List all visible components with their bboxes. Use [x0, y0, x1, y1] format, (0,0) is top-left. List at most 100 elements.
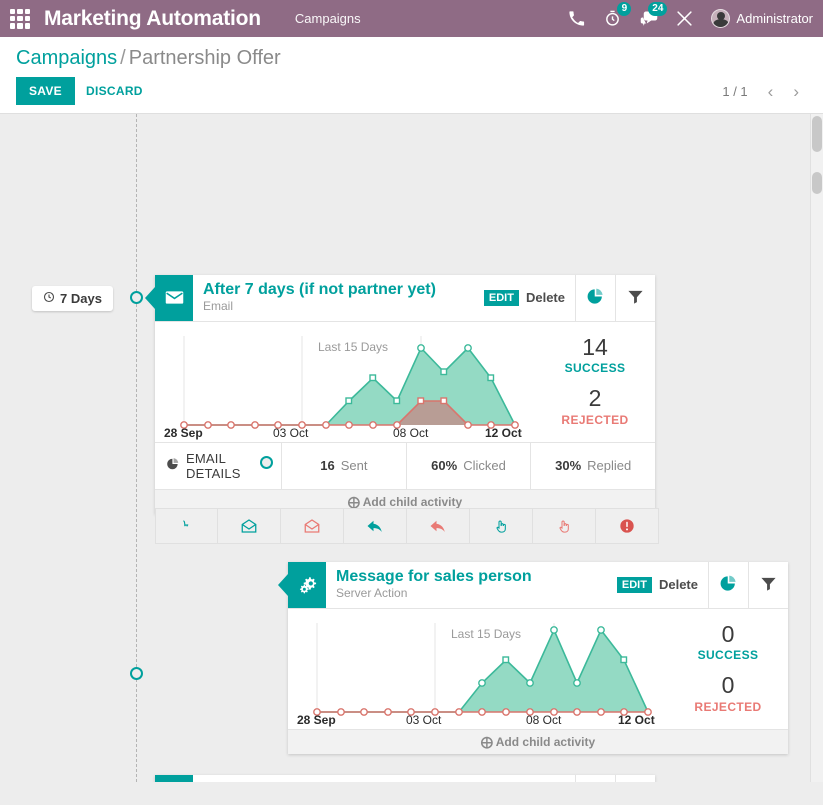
- vertical-scrollbar-thumb[interactable]: [812, 116, 822, 152]
- edit-button[interactable]: EDIT: [484, 290, 519, 306]
- activity-title: Perform Specific Task: [203, 781, 470, 782]
- control-panel: Campaigns/Partnership Offer SAVE DISCARD…: [0, 37, 823, 114]
- control-panel-buttons: SAVE DISCARD 1 / 1 ‹ ›: [16, 77, 807, 105]
- success-count: 0: [672, 620, 784, 649]
- email-details-row: EMAIL DETAILS 16Sent 60%Clicked 30%Repli…: [155, 442, 655, 489]
- domain-filter-button[interactable]: [748, 562, 788, 608]
- phone-icon[interactable]: [567, 9, 586, 28]
- breadcrumb-current: Partnership Offer: [129, 47, 281, 69]
- replied-stat[interactable]: 30%Replied: [530, 443, 655, 489]
- chart-xtick-0: 28 Sep: [297, 713, 336, 727]
- card-header-actions: EDIT Delete: [480, 275, 575, 321]
- delete-button[interactable]: Delete: [526, 290, 565, 305]
- plus-circle-icon: ⨁: [481, 735, 493, 749]
- chart-xtick-1: 03 Oct: [406, 713, 441, 727]
- add-child-activity-button[interactable]: ⨁ Add child activity: [288, 729, 788, 754]
- sent-value: 16: [320, 458, 334, 473]
- mail-not-opened-icon-button[interactable]: [281, 508, 344, 544]
- domain-filter-button[interactable]: [615, 775, 655, 782]
- card-title-block: Perform Specific Task Server Action: [193, 775, 480, 782]
- workflow-timeline-line: [136, 114, 137, 782]
- clock-icon: [43, 291, 55, 306]
- activity-subtitle: Email: [203, 299, 470, 315]
- card-body: Last 15 Days 28 Sep 03 Oct 08 Oct 12 Oct…: [155, 322, 655, 514]
- activity-chart-1: Last 15 Days 28 Sep 03 Oct 08 Oct 12 Oct: [155, 322, 535, 442]
- not-replied-icon-button[interactable]: [407, 508, 470, 544]
- save-button[interactable]: SAVE: [16, 77, 75, 105]
- pager-previous-button[interactable]: ‹: [760, 82, 782, 101]
- pie-chart-icon: [719, 574, 738, 596]
- clicked-value: 60%: [431, 458, 457, 473]
- rejected-label: REJECTED: [539, 413, 651, 427]
- pie-chart-icon: [166, 457, 180, 474]
- chart-xtick-0: 28 Sep: [164, 426, 203, 440]
- chart-xtick-1: 03 Oct: [273, 426, 308, 440]
- clicked-stat[interactable]: 60% Clicked: [406, 443, 531, 489]
- activity-stats-2: 0 SUCCESS 0 REJECTED: [668, 614, 788, 725]
- breadcrumb: Campaigns/Partnership Offer: [16, 47, 807, 70]
- reply-icon-button[interactable]: [344, 508, 407, 544]
- user-menu[interactable]: Administrator: [711, 9, 813, 28]
- card-header: After 7 days (if not partner yet) Email …: [155, 275, 655, 322]
- app-brand-title[interactable]: Marketing Automation: [44, 7, 261, 31]
- edit-button[interactable]: EDIT: [617, 577, 652, 593]
- rejected-count: 2: [539, 384, 651, 413]
- domain-filter-button[interactable]: [615, 275, 655, 321]
- activity-card-specific-task: Perform Specific Task Server Action EDIT…: [155, 775, 655, 782]
- workflow-node-dot-3[interactable]: [130, 667, 143, 680]
- vertical-scrollbar-thumb-secondary[interactable]: [812, 172, 822, 194]
- card-header-actions: EDIT Delete: [480, 775, 575, 782]
- chart-xtick-2: 08 Oct: [393, 426, 428, 440]
- activity-chart-2: Last 15 Days 28 Sep 03 Oct 08 Oct 12 Oct: [288, 609, 668, 729]
- messages-icon[interactable]: 24: [639, 9, 658, 28]
- delete-button[interactable]: Delete: [659, 577, 698, 592]
- activity-title: After 7 days (if not partner yet): [203, 281, 470, 299]
- bounced-icon-button[interactable]: [596, 508, 659, 544]
- add-child-activity-label: Add child activity: [496, 735, 595, 749]
- trigger-chip-7-days[interactable]: 7 Days: [32, 286, 113, 311]
- no-click-hand-icon-button[interactable]: [533, 508, 596, 544]
- statistics-row: Last 15 Days 28 Sep 03 Oct 08 Oct 12 Oct…: [288, 609, 788, 729]
- statistics-toggle-button[interactable]: [708, 562, 748, 608]
- statistics-toggle-button[interactable]: [575, 275, 615, 321]
- pie-chart-icon: [586, 287, 605, 309]
- breadcrumb-campaigns[interactable]: Campaigns: [16, 47, 117, 69]
- chart-range-label: Last 15 Days: [318, 340, 388, 354]
- trigger-chip-label: 7 Days: [60, 291, 102, 306]
- workflow-node-dot-1[interactable]: [130, 291, 143, 304]
- clicked-label: Clicked: [463, 458, 506, 473]
- card-title-block: After 7 days (if not partner yet) Email: [193, 275, 480, 321]
- pager-next-button[interactable]: ›: [785, 82, 807, 101]
- success-label: SUCCESS: [672, 648, 784, 662]
- activity-stats-1: 14 SUCCESS 2 REJECTED: [535, 327, 655, 438]
- sent-stat[interactable]: 16 Sent: [281, 443, 406, 489]
- child-trigger-icon-strip: [155, 508, 659, 544]
- top-navbar: Marketing Automation Campaigns 9 24 Admi…: [0, 0, 823, 37]
- replied-value: 30%: [555, 458, 581, 473]
- card-header: Message for sales person Server Action E…: [288, 562, 788, 609]
- apps-menu-icon[interactable]: [8, 7, 32, 31]
- menu-campaigns[interactable]: Campaigns: [295, 11, 361, 26]
- activity-clock-icon[interactable]: 9: [603, 9, 622, 28]
- cursor-pointer-icon-button[interactable]: [155, 508, 218, 544]
- workflow-canvas: 7 Days Replied after 1 Hours 10 Days: [0, 114, 823, 782]
- activity-subtitle: Server Action: [336, 586, 603, 602]
- add-child-activity-label: Add child activity: [363, 495, 462, 509]
- discard-button[interactable]: DISCARD: [75, 77, 154, 105]
- rejected-label: REJECTED: [672, 700, 784, 714]
- tools-icon[interactable]: [675, 9, 694, 28]
- click-hand-icon-button[interactable]: [470, 508, 533, 544]
- envelope-icon: [155, 275, 193, 321]
- breadcrumb-separator: /: [120, 47, 126, 69]
- workflow-node-dot-2[interactable]: [260, 456, 273, 469]
- vertical-scrollbar-track[interactable]: [810, 114, 823, 782]
- sent-label: Sent: [341, 458, 368, 473]
- avatar: [711, 9, 730, 28]
- statistics-row: Last 15 Days 28 Sep 03 Oct 08 Oct 12 Oct…: [155, 322, 655, 442]
- topbar-right-group: 9 24 Administrator: [567, 9, 813, 28]
- mail-opened-icon-button[interactable]: [218, 508, 281, 544]
- statistics-toggle-button[interactable]: [575, 775, 615, 782]
- chart-range-label: Last 15 Days: [451, 627, 521, 641]
- chart-xtick-3: 12 Oct: [485, 426, 522, 440]
- card-header: Perform Specific Task Server Action EDIT…: [155, 775, 655, 782]
